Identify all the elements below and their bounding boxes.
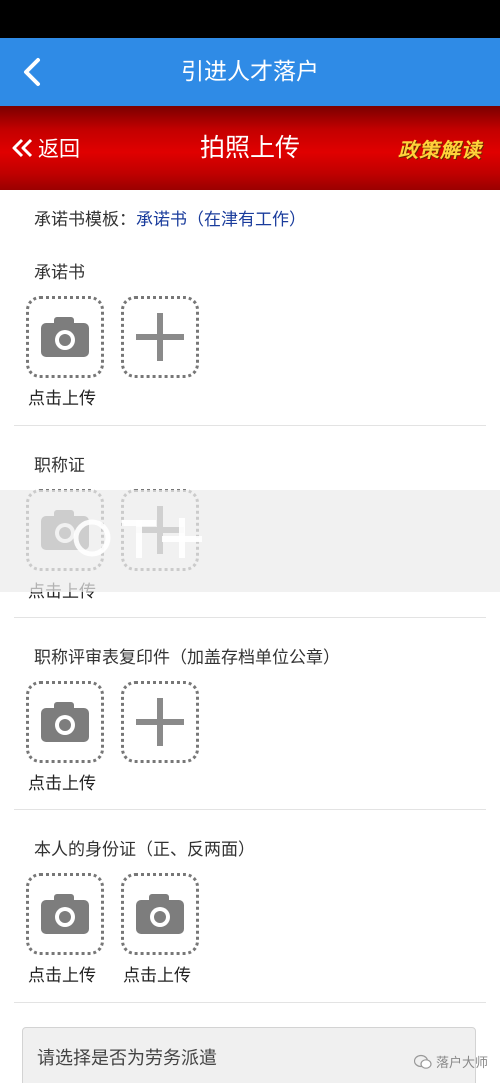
watermark: 落户大师 [413, 1052, 488, 1071]
overlay-watermark-graphic [62, 510, 212, 576]
upload-caption: 点击上传 [28, 389, 96, 409]
add-photo-button[interactable] [121, 681, 199, 763]
template-label: 承诺书模板： [34, 210, 136, 230]
camera-upload-button[interactable] [26, 681, 104, 763]
upload-caption: 点击上传 [123, 966, 191, 986]
camera-icon [41, 317, 89, 357]
app-title: 引进人才落户 [181, 59, 319, 85]
camera-upload-button-front[interactable] [26, 873, 104, 955]
sub-header-banner: 返回 拍照上传 政策解读 [0, 106, 500, 190]
section-title: 本人的身份证（正、反两面） [34, 840, 255, 860]
upload-caption: 点击上传 [28, 966, 96, 986]
watermark-text: 落户大师 [435, 1056, 488, 1071]
divider [14, 809, 486, 810]
policy-link[interactable]: 政策解读 [398, 134, 482, 163]
divider [14, 617, 486, 618]
plus-icon [136, 698, 184, 746]
status-bar [0, 0, 500, 38]
app-header: 引进人才落户 [0, 38, 500, 106]
upload-caption: 点击上传 [28, 774, 96, 794]
plus-icon [136, 313, 184, 361]
camera-icon [41, 894, 89, 934]
section-title: 职称证 [34, 456, 85, 476]
divider [14, 1002, 486, 1003]
camera-upload-button-back[interactable] [121, 873, 199, 955]
camera-upload-button[interactable] [26, 296, 104, 378]
wechat-icon [413, 1054, 432, 1069]
labor-dispatch-select[interactable]: 请选择是否为劳务派遣 [22, 1027, 476, 1083]
section-title: 承诺书 [34, 263, 85, 283]
camera-icon [41, 702, 89, 742]
add-photo-button[interactable] [121, 296, 199, 378]
divider [14, 425, 486, 426]
select-placeholder: 请选择是否为劳务派遣 [37, 1048, 217, 1069]
template-link[interactable]: 承诺书（在津有工作） [136, 210, 306, 230]
template-line: 承诺书模板：承诺书（在津有工作） [34, 205, 306, 230]
section-title: 职称评审表复印件（加盖存档单位公章） [34, 648, 340, 668]
camera-icon [136, 894, 184, 934]
